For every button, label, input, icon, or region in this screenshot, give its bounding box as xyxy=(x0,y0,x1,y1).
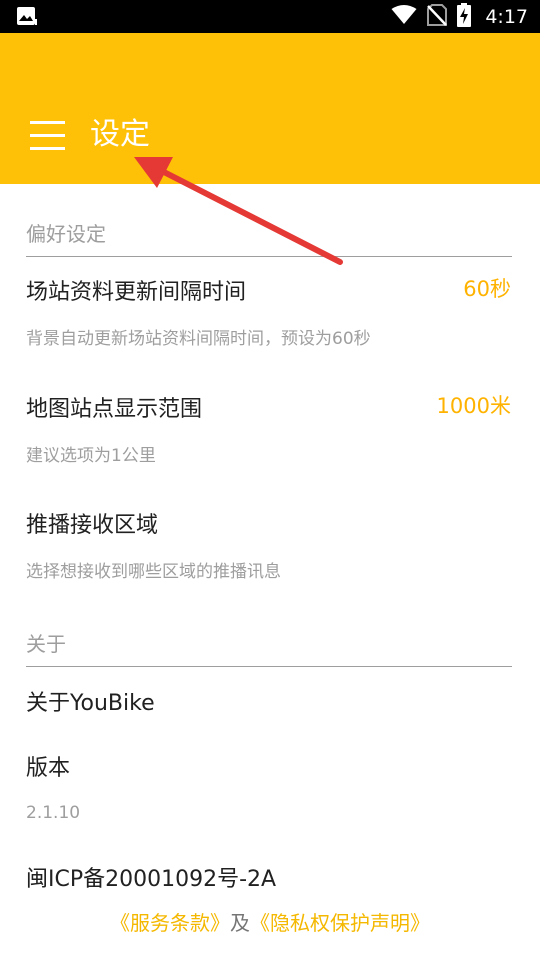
terms-link[interactable]: 《服务条款》 xyxy=(110,911,230,935)
app-bar xyxy=(0,33,540,184)
menu-icon[interactable] xyxy=(30,121,66,151)
pref-title: 地图站点显示范围 xyxy=(26,397,203,422)
pref-title: 场站资料更新间隔时间 xyxy=(26,280,247,305)
pref-summary: 建议选项为1公里 xyxy=(26,446,156,466)
gallery-icon xyxy=(16,6,38,30)
battery-charging-icon xyxy=(457,2,472,31)
clock: 4:17 xyxy=(485,5,528,28)
page-title: 设定 xyxy=(90,117,150,152)
status-icons: 4:17 xyxy=(391,0,528,33)
pref-value: 1000米 xyxy=(436,394,511,418)
pref-summary: 背景自动更新场站资料间隔时间，预设为60秒 xyxy=(26,329,371,349)
pref-title: 推播接收区域 xyxy=(26,513,159,538)
version-value: 2.1.10 xyxy=(26,803,81,823)
pref-value: 60秒 xyxy=(463,277,511,301)
about-youbike[interactable]: 关于YouBike xyxy=(26,690,155,718)
wifi-icon xyxy=(391,4,417,29)
section-header-about: 关于 xyxy=(26,632,512,667)
icp-number[interactable]: 闽ICP备20001092号-2A xyxy=(26,866,276,894)
pref-summary: 选择想接收到哪些区域的推播讯息 xyxy=(26,562,281,582)
no-sim-icon xyxy=(427,3,448,30)
footer-connector: 及 xyxy=(230,911,250,935)
footer-links: 《服务条款》及《隐私权保护声明》 xyxy=(0,909,540,937)
status-bar: 4:17 xyxy=(0,0,540,33)
section-header-preferences: 偏好设定 xyxy=(26,222,512,257)
version-title: 版本 xyxy=(26,756,71,781)
privacy-link[interactable]: 《隐私权保护声明》 xyxy=(250,911,430,935)
